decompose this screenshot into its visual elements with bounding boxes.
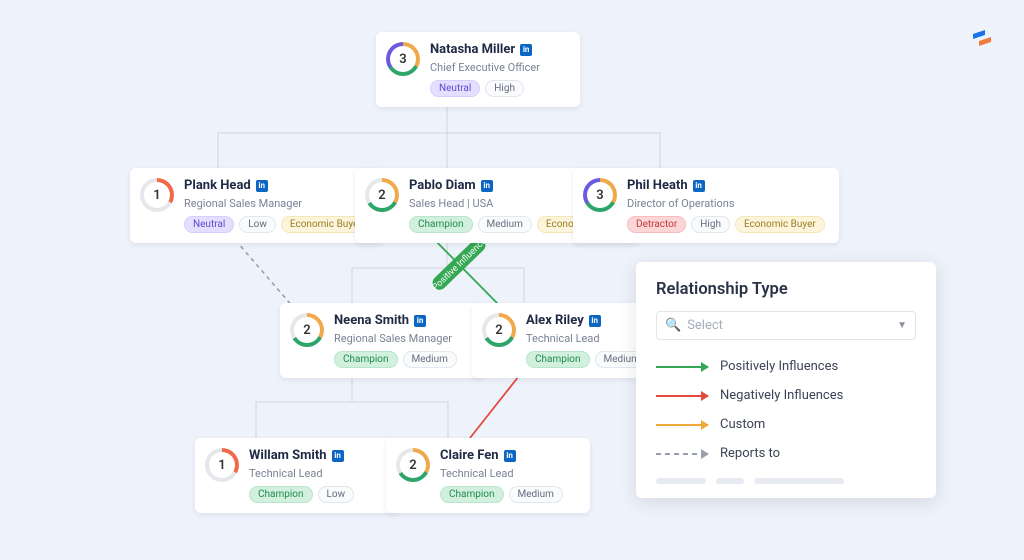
person-card-plank[interactable]: Plank Head in Regional Sales Manager Neut… <box>130 168 385 243</box>
person-name: Willam Smith <box>249 448 327 463</box>
legend-skeleton <box>656 478 916 484</box>
relationship-legend: Relationship Type 🔍 Select ▼ Positively … <box>636 262 936 498</box>
person-card-claire[interactable]: Claire Fen in Technical Lead Champion Med… <box>386 438 590 513</box>
sentiment-badge: Champion <box>409 216 473 233</box>
person-card-natasha[interactable]: Natasha Miller in Chief Executive Officer… <box>376 32 580 107</box>
sentiment-badge: Detractor <box>627 216 686 233</box>
badges: Champion Low <box>249 486 354 503</box>
sentiment-badge: Champion <box>334 351 398 368</box>
badges: Champion Medium <box>526 351 649 368</box>
sentiment-badge: Champion <box>526 351 590 368</box>
badges: Detractor High Economic Buyer <box>627 216 825 233</box>
linkedin-icon[interactable]: in <box>481 180 493 192</box>
sentiment-badge: Champion <box>440 486 504 503</box>
arrow-dashed-icon <box>656 453 708 455</box>
legend-item-negative[interactable]: Negatively Influences <box>656 381 916 410</box>
select-placeholder: Select <box>687 318 891 333</box>
brand-logo-icon <box>970 26 994 50</box>
badges: Champion Medium <box>334 351 457 368</box>
legend-item-reports[interactable]: Reports to <box>656 439 916 468</box>
score-ring <box>290 313 324 347</box>
person-role: Technical Lead <box>249 467 354 480</box>
influence-badge: Low <box>239 216 276 233</box>
person-role: Chief Executive Officer <box>430 61 540 74</box>
person-card-willam[interactable]: Willam Smith in Technical Lead Champion L… <box>195 438 399 513</box>
person-role: Regional Sales Manager <box>334 332 457 345</box>
influence-badge: Medium <box>403 351 457 368</box>
arrow-green-icon <box>656 366 708 368</box>
person-card-phil[interactable]: Phil Heath in Director of Operations Detr… <box>573 168 839 243</box>
search-icon: 🔍 <box>665 318 681 333</box>
arrow-red-icon <box>656 395 708 397</box>
influence-badge: High <box>485 80 524 97</box>
score-ring <box>583 178 617 212</box>
sentiment-badge: Neutral <box>430 80 480 97</box>
linkedin-icon[interactable]: in <box>520 44 532 56</box>
person-name: Alex Riley <box>526 313 584 328</box>
influence-badge: Medium <box>509 486 563 503</box>
person-name: Pablo Diam <box>409 178 476 193</box>
svg-text:Positive Influence: Positive Influence <box>431 236 489 292</box>
person-role: Director of Operations <box>627 197 825 210</box>
score-ring <box>365 178 399 212</box>
person-name: Claire Fen <box>440 448 499 463</box>
influence-badge: Low <box>318 486 355 503</box>
linkedin-icon[interactable]: in <box>256 180 268 192</box>
relationship-select[interactable]: 🔍 Select ▼ <box>656 311 916 340</box>
legend-title: Relationship Type <box>656 280 916 299</box>
person-name: Neena Smith <box>334 313 409 328</box>
person-card-neena[interactable]: Neena Smith in Regional Sales Manager Cha… <box>280 303 484 378</box>
sentiment-badge: Neutral <box>184 216 234 233</box>
person-name: Plank Head <box>184 178 251 193</box>
buyer-badge: Economic Buyer <box>735 216 825 233</box>
person-role: Regional Sales Manager <box>184 197 371 210</box>
influence-badge: High <box>691 216 730 233</box>
legend-item-custom[interactable]: Custom <box>656 410 916 439</box>
arrow-orange-icon <box>656 424 708 426</box>
person-name: Natasha Miller <box>430 42 515 57</box>
score-ring <box>386 42 420 76</box>
score-ring <box>140 178 174 212</box>
linkedin-icon[interactable]: in <box>589 315 601 327</box>
person-role: Technical Lead <box>440 467 563 480</box>
linkedin-icon[interactable]: in <box>414 315 426 327</box>
score-ring <box>205 448 239 482</box>
linkedin-icon[interactable]: in <box>332 450 344 462</box>
chevron-down-icon: ▼ <box>897 320 907 331</box>
sentiment-badge: Champion <box>249 486 313 503</box>
linkedin-icon[interactable]: in <box>693 180 705 192</box>
person-name: Phil Heath <box>627 178 688 193</box>
score-ring <box>396 448 430 482</box>
influence-badge: Medium <box>478 216 532 233</box>
badges: Champion Medium <box>440 486 563 503</box>
score-ring <box>482 313 516 347</box>
badges: Neutral High <box>430 80 540 97</box>
linkedin-icon[interactable]: in <box>504 450 516 462</box>
person-role: Technical Lead <box>526 332 649 345</box>
legend-item-positive[interactable]: Positively Influences <box>656 352 916 381</box>
badges: Neutral Low Economic Buyer <box>184 216 371 233</box>
